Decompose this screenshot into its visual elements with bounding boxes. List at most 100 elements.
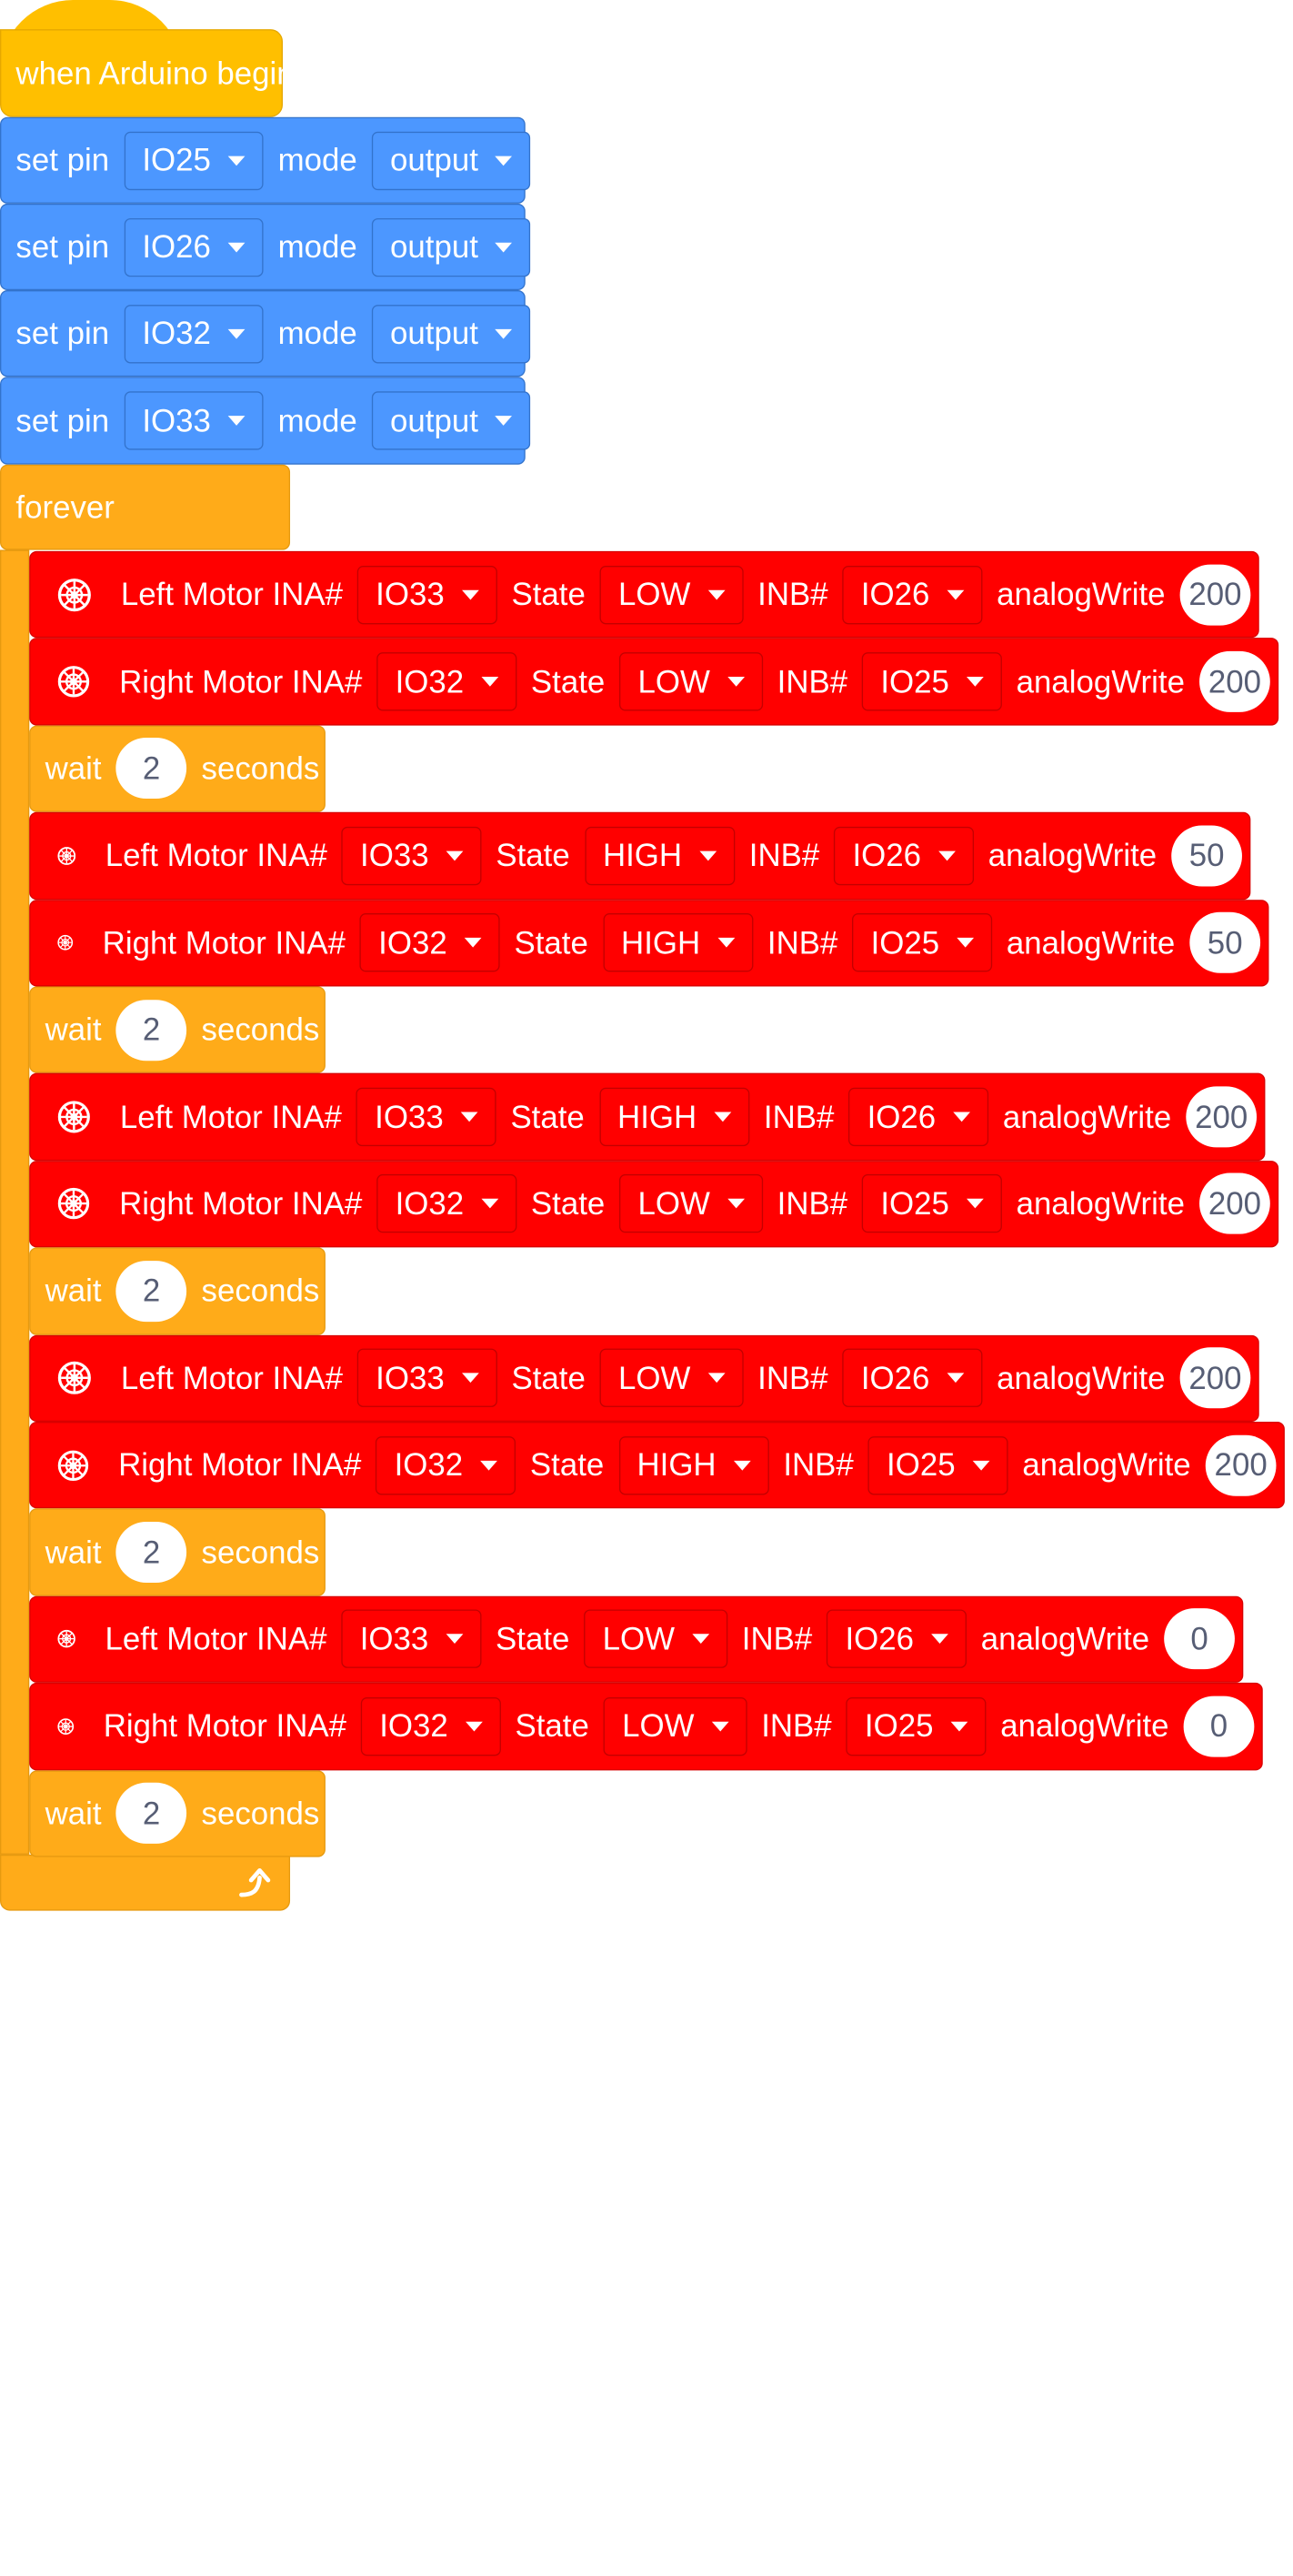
analog-value-input[interactable]: 0	[1183, 1696, 1255, 1757]
analog-value-input[interactable]: 50	[1171, 825, 1242, 887]
inb-pin-dropdown[interactable]: IO26	[842, 1348, 983, 1408]
state-dropdown[interactable]: HIGH	[602, 913, 753, 972]
chevron-down-icon	[446, 1634, 463, 1645]
wheel-icon	[57, 666, 90, 698]
motor-control-block[interactable]: Right Motor INA# IO32 State LOW INB# IO25 anal…	[29, 638, 1279, 726]
analog-write-label: analogWrite	[1000, 1707, 1169, 1745]
inb-pin-dropdown[interactable]: IO25	[852, 913, 992, 972]
mode-dropdown[interactable]: output	[371, 217, 531, 277]
ina-pin-dropdown[interactable]: IO32	[361, 1696, 501, 1756]
pin-dropdown[interactable]: IO32	[124, 304, 264, 363]
state-dropdown[interactable]: LOW	[603, 1696, 747, 1756]
motor-control-block[interactable]: Right Motor INA# IO32 State LOW INB# IO25 anal…	[29, 1160, 1279, 1248]
ina-pin-dropdown[interactable]: IO32	[360, 913, 500, 972]
wait-seconds-block[interactable]: wait 2 seconds	[29, 725, 326, 813]
inb-pin-dropdown[interactable]: IO25	[862, 1174, 1002, 1233]
analog-value-input[interactable]: 50	[1189, 912, 1261, 974]
wait-seconds-input[interactable]: 2	[115, 1522, 187, 1584]
analog-value-input[interactable]: 200	[1205, 1434, 1277, 1496]
wait-seconds-input[interactable]: 2	[115, 1260, 187, 1322]
analog-value-input[interactable]: 200	[1179, 564, 1251, 626]
chevron-down-icon	[972, 1460, 990, 1471]
analog-value-input[interactable]: 200	[1186, 1086, 1258, 1148]
hat-label: when Arduino begin	[15, 54, 295, 91]
ina-pin-dropdown[interactable]: IO33	[357, 565, 497, 624]
state-dropdown[interactable]: LOW	[599, 565, 744, 624]
chevron-down-icon	[461, 589, 479, 600]
mode-dropdown[interactable]: output	[371, 131, 531, 190]
inb-pin-dropdown[interactable]: IO25	[862, 652, 1002, 711]
state-dropdown[interactable]: LOW	[599, 1348, 744, 1408]
motor-control-block[interactable]: Right Motor INA# IO32 State HIGH INB# IO25 ana…	[29, 899, 1269, 987]
mode-label: mode	[277, 314, 357, 352]
chevron-down-icon	[446, 850, 464, 861]
set-pin-block[interactable]: set pin IO26 mode output	[0, 203, 531, 291]
forever-loop-header[interactable]: forever	[0, 464, 291, 550]
chevron-down-icon	[480, 1199, 498, 1210]
pin-dropdown[interactable]: IO25	[124, 131, 264, 190]
wheel-icon	[57, 1188, 90, 1220]
chevron-down-icon	[727, 1199, 745, 1210]
motor-control-block[interactable]: Right Motor INA# IO32 State HIGH INB# IO25 ana…	[29, 1422, 1285, 1509]
analog-value-input[interactable]: 200	[1199, 1173, 1270, 1235]
chevron-down-icon	[227, 416, 246, 426]
pin-dropdown[interactable]: IO33	[124, 391, 264, 450]
inb-pin-dropdown[interactable]: IO25	[846, 1696, 987, 1756]
ina-pin-dropdown[interactable]: IO33	[357, 1348, 497, 1408]
inb-pin-dropdown[interactable]: IO26	[827, 1610, 967, 1669]
ina-pin-dropdown[interactable]: IO33	[341, 1610, 481, 1669]
set-pin-label: set pin	[15, 141, 110, 178]
wait-seconds-block[interactable]: wait 2 seconds	[29, 1247, 326, 1335]
chevron-down-icon	[465, 1721, 483, 1732]
motor-control-block[interactable]: Left Motor INA# IO33 State LOW INB# IO26 analo…	[29, 550, 1259, 639]
ina-pin-dropdown[interactable]: IO33	[356, 1087, 496, 1147]
state-dropdown[interactable]: LOW	[584, 1610, 727, 1669]
pin-dropdown[interactable]: IO26	[124, 217, 264, 277]
motor-control-block[interactable]: Left Motor INA# IO33 State HIGH INB# IO26 anal…	[29, 812, 1251, 900]
motor-title: Left Motor INA#	[105, 837, 327, 874]
state-dropdown[interactable]: HIGH	[584, 826, 735, 886]
seconds-label: seconds	[201, 1533, 320, 1570]
inb-label: INB#	[761, 1707, 832, 1745]
state-dropdown[interactable]: HIGH	[598, 1087, 749, 1147]
state-dropdown[interactable]: LOW	[619, 1174, 763, 1233]
inb-pin-dropdown[interactable]: IO26	[842, 565, 983, 624]
wheel-icon	[57, 1718, 75, 1735]
inb-pin-dropdown[interactable]: IO25	[867, 1435, 1008, 1495]
ina-pin-dropdown[interactable]: IO32	[376, 1174, 516, 1233]
wait-seconds-input[interactable]: 2	[115, 999, 187, 1061]
analog-value-input[interactable]: 200	[1199, 650, 1270, 712]
motor-control-block[interactable]: Left Motor INA# IO33 State LOW INB# IO26 analo…	[29, 1595, 1244, 1684]
state-label: State	[515, 1707, 589, 1745]
set-pin-block[interactable]: set pin IO32 mode output	[0, 290, 531, 377]
wait-seconds-input[interactable]: 2	[115, 738, 187, 800]
mode-label: mode	[277, 141, 357, 178]
analog-value-input[interactable]: 0	[1164, 1608, 1235, 1670]
mode-dropdown[interactable]: output	[371, 391, 531, 450]
motor-control-block[interactable]: Right Motor INA# IO32 State LOW INB# IO25 anal…	[29, 1683, 1263, 1770]
wheel-icon	[57, 578, 91, 611]
chevron-down-icon	[479, 1460, 497, 1471]
ina-pin-dropdown[interactable]: IO33	[341, 826, 482, 886]
wait-seconds-block[interactable]: wait 2 seconds	[29, 1769, 326, 1857]
ina-pin-dropdown[interactable]: IO32	[376, 1435, 516, 1495]
state-dropdown[interactable]: HIGH	[618, 1435, 769, 1495]
mode-dropdown[interactable]: output	[371, 304, 531, 363]
analog-value-input[interactable]: 200	[1179, 1347, 1251, 1409]
chevron-down-icon	[495, 328, 513, 338]
forever-loop-arm	[0, 549, 30, 1855]
motor-control-block[interactable]: Left Motor INA# IO33 State LOW INB# IO26 analo…	[29, 1334, 1259, 1423]
analog-write-label: analogWrite	[987, 837, 1158, 874]
set-pin-block[interactable]: set pin IO25 mode output	[0, 116, 531, 204]
when-arduino-begin-block[interactable]: when Arduino begin	[0, 29, 295, 117]
wait-seconds-block[interactable]: wait 2 seconds	[29, 1508, 326, 1596]
inb-pin-dropdown[interactable]: IO26	[848, 1087, 988, 1147]
set-pin-block[interactable]: set pin IO33 mode output	[0, 377, 531, 465]
wait-seconds-block[interactable]: wait 2 seconds	[29, 986, 326, 1074]
state-dropdown[interactable]: LOW	[619, 652, 763, 711]
inb-pin-dropdown[interactable]: IO26	[834, 826, 974, 886]
set-pin-label: set pin	[15, 401, 110, 438]
motor-control-block[interactable]: Left Motor INA# IO33 State HIGH INB# IO26 anal…	[29, 1073, 1266, 1161]
ina-pin-dropdown[interactable]: IO32	[376, 652, 516, 711]
wait-seconds-input[interactable]: 2	[115, 1783, 187, 1845]
